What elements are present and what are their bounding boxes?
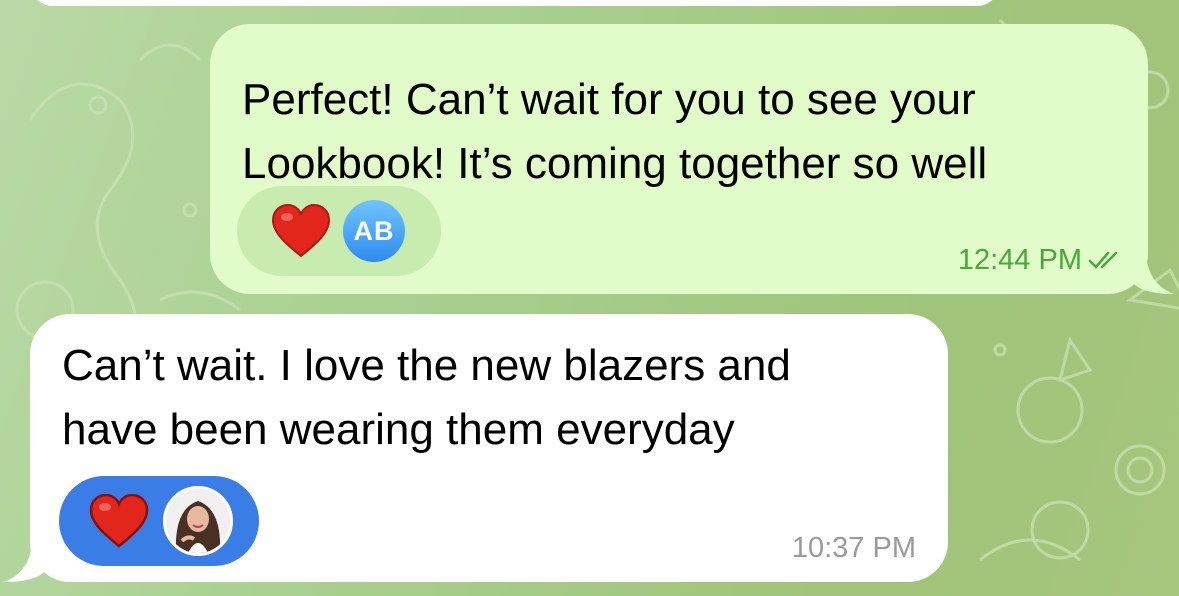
person-photo-icon: [166, 489, 230, 553]
outgoing-message-bubble[interactable]: Perfect! Can’t wait for you to see your …: [210, 24, 1174, 294]
incoming-reactions-pill[interactable]: [59, 476, 259, 566]
incoming-message-text: Can’t wait. I love the new blazers and h…: [62, 341, 791, 454]
heart-icon: [89, 494, 149, 548]
outgoing-message-text: Perfect! Can’t wait for you to see your …: [242, 75, 988, 188]
avatar-initials-text: AB: [353, 215, 395, 246]
heart-icon: [271, 204, 331, 258]
incoming-timestamp: 10:37 PM: [791, 531, 916, 564]
double-check-icon: [1088, 251, 1118, 269]
reactor-avatar-photo[interactable]: [163, 486, 233, 556]
previous-message-bubble: [30, 0, 1000, 6]
reactor-avatar[interactable]: AB: [343, 200, 405, 262]
outgoing-timestamp: 12:44 PM: [957, 243, 1082, 276]
incoming-message-bubble[interactable]: Can’t wait. I love the new blazers and h…: [4, 314, 948, 582]
incoming-meta: 10:37 PM: [792, 528, 916, 568]
outgoing-reactions-pill[interactable]: AB: [237, 186, 441, 276]
outgoing-meta: 12:44 PM: [958, 240, 1124, 280]
